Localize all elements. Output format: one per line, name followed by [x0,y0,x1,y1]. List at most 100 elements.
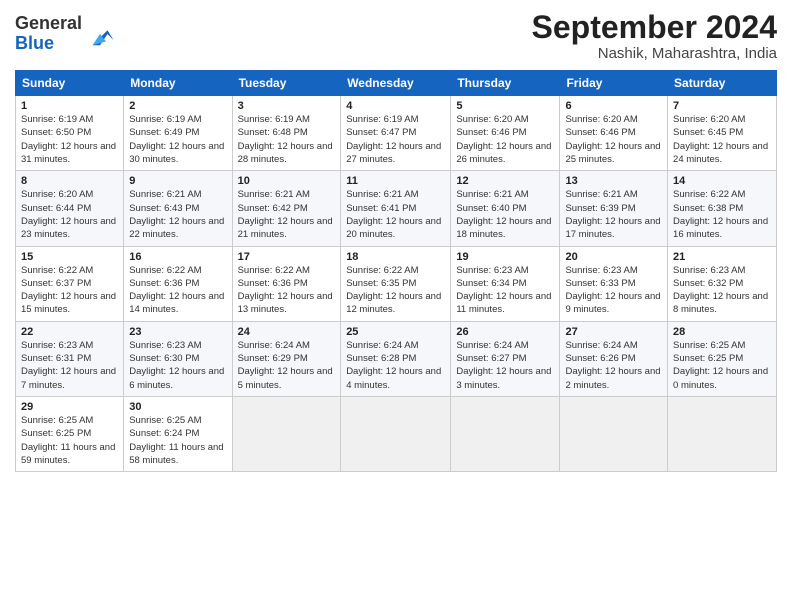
day-number: 10 [238,175,336,187]
day-info: Sunrise: 6:21 AM Sunset: 6:43 PM Dayligh… [129,188,226,241]
day-info: Sunrise: 6:23 AM Sunset: 6:34 PM Dayligh… [456,264,554,317]
day-info: Sunrise: 6:24 AM Sunset: 6:27 PM Dayligh… [456,339,554,392]
weekday-header-thursday: Thursday [451,71,560,96]
day-number: 6 [565,100,662,112]
calendar-day-18: 18Sunrise: 6:22 AM Sunset: 6:35 PM Dayli… [341,246,451,321]
calendar-day-9: 9Sunrise: 6:21 AM Sunset: 6:43 PM Daylig… [124,171,232,246]
calendar-day-23: 23Sunrise: 6:23 AM Sunset: 6:30 PM Dayli… [124,321,232,396]
day-number: 3 [238,100,336,112]
calendar-day-8: 8Sunrise: 6:20 AM Sunset: 6:44 PM Daylig… [16,171,124,246]
day-info: Sunrise: 6:19 AM Sunset: 6:50 PM Dayligh… [21,113,118,166]
calendar-table: SundayMondayTuesdayWednesdayThursdayFrid… [15,70,777,472]
day-number: 11 [346,175,445,187]
calendar-day-30: 30Sunrise: 6:25 AM Sunset: 6:24 PM Dayli… [124,396,232,471]
day-info: Sunrise: 6:21 AM Sunset: 6:42 PM Dayligh… [238,188,336,241]
calendar-day-7: 7Sunrise: 6:20 AM Sunset: 6:45 PM Daylig… [668,96,777,171]
weekday-header-tuesday: Tuesday [232,71,341,96]
day-info: Sunrise: 6:23 AM Sunset: 6:30 PM Dayligh… [129,339,226,392]
calendar-day-10: 10Sunrise: 6:21 AM Sunset: 6:42 PM Dayli… [232,171,341,246]
calendar-day-13: 13Sunrise: 6:21 AM Sunset: 6:39 PM Dayli… [560,171,668,246]
calendar-day-6: 6Sunrise: 6:20 AM Sunset: 6:46 PM Daylig… [560,96,668,171]
calendar-day-16: 16Sunrise: 6:22 AM Sunset: 6:36 PM Dayli… [124,246,232,321]
weekday-header-sunday: Sunday [16,71,124,96]
weekday-header-friday: Friday [560,71,668,96]
day-number: 24 [238,326,336,338]
calendar-day-19: 19Sunrise: 6:23 AM Sunset: 6:34 PM Dayli… [451,246,560,321]
day-info: Sunrise: 6:22 AM Sunset: 6:35 PM Dayligh… [346,264,445,317]
day-info: Sunrise: 6:21 AM Sunset: 6:40 PM Dayligh… [456,188,554,241]
month-title: September 2024 [532,10,777,45]
calendar-week-2: 8Sunrise: 6:20 AM Sunset: 6:44 PM Daylig… [16,171,777,246]
day-number: 4 [346,100,445,112]
weekday-header-wednesday: Wednesday [341,71,451,96]
calendar-week-5: 29Sunrise: 6:25 AM Sunset: 6:25 PM Dayli… [16,396,777,471]
day-info: Sunrise: 6:24 AM Sunset: 6:26 PM Dayligh… [565,339,662,392]
day-info: Sunrise: 6:20 AM Sunset: 6:46 PM Dayligh… [565,113,662,166]
day-number: 12 [456,175,554,187]
day-info: Sunrise: 6:23 AM Sunset: 6:32 PM Dayligh… [673,264,771,317]
day-info: Sunrise: 6:24 AM Sunset: 6:29 PM Dayligh… [238,339,336,392]
logo: General Blue [15,14,115,54]
day-number: 29 [21,401,118,413]
day-info: Sunrise: 6:25 AM Sunset: 6:25 PM Dayligh… [673,339,771,392]
calendar-day-26: 26Sunrise: 6:24 AM Sunset: 6:27 PM Dayli… [451,321,560,396]
day-number: 19 [456,251,554,263]
day-number: 1 [21,100,118,112]
logo-general: General [15,13,82,33]
weekday-header-saturday: Saturday [668,71,777,96]
empty-cell [668,396,777,471]
calendar-day-2: 2Sunrise: 6:19 AM Sunset: 6:49 PM Daylig… [124,96,232,171]
day-number: 16 [129,251,226,263]
location: Nashik, Maharashtra, India [532,45,777,62]
calendar-week-4: 22Sunrise: 6:23 AM Sunset: 6:31 PM Dayli… [16,321,777,396]
day-info: Sunrise: 6:19 AM Sunset: 6:48 PM Dayligh… [238,113,336,166]
calendar-day-4: 4Sunrise: 6:19 AM Sunset: 6:47 PM Daylig… [341,96,451,171]
calendar-day-25: 25Sunrise: 6:24 AM Sunset: 6:28 PM Dayli… [341,321,451,396]
day-info: Sunrise: 6:23 AM Sunset: 6:33 PM Dayligh… [565,264,662,317]
day-number: 9 [129,175,226,187]
calendar-day-5: 5Sunrise: 6:20 AM Sunset: 6:46 PM Daylig… [451,96,560,171]
day-number: 26 [456,326,554,338]
day-number: 28 [673,326,771,338]
day-info: Sunrise: 6:21 AM Sunset: 6:39 PM Dayligh… [565,188,662,241]
day-info: Sunrise: 6:25 AM Sunset: 6:24 PM Dayligh… [129,414,226,467]
calendar-day-24: 24Sunrise: 6:24 AM Sunset: 6:29 PM Dayli… [232,321,341,396]
day-info: Sunrise: 6:22 AM Sunset: 6:36 PM Dayligh… [129,264,226,317]
empty-cell [560,396,668,471]
day-info: Sunrise: 6:22 AM Sunset: 6:37 PM Dayligh… [21,264,118,317]
weekday-header-monday: Monday [124,71,232,96]
day-number: 21 [673,251,771,263]
day-number: 2 [129,100,226,112]
day-info: Sunrise: 6:19 AM Sunset: 6:49 PM Dayligh… [129,113,226,166]
day-info: Sunrise: 6:21 AM Sunset: 6:41 PM Dayligh… [346,188,445,241]
day-number: 15 [21,251,118,263]
title-block: September 2024 Nashik, Maharashtra, Indi… [532,10,777,62]
day-number: 13 [565,175,662,187]
day-info: Sunrise: 6:25 AM Sunset: 6:25 PM Dayligh… [21,414,118,467]
day-info: Sunrise: 6:20 AM Sunset: 6:44 PM Dayligh… [21,188,118,241]
day-info: Sunrise: 6:22 AM Sunset: 6:38 PM Dayligh… [673,188,771,241]
calendar-week-1: 1Sunrise: 6:19 AM Sunset: 6:50 PM Daylig… [16,96,777,171]
day-number: 20 [565,251,662,263]
day-info: Sunrise: 6:24 AM Sunset: 6:28 PM Dayligh… [346,339,445,392]
day-number: 17 [238,251,336,263]
calendar-day-20: 20Sunrise: 6:23 AM Sunset: 6:33 PM Dayli… [560,246,668,321]
calendar-week-3: 15Sunrise: 6:22 AM Sunset: 6:37 PM Dayli… [16,246,777,321]
day-number: 8 [21,175,118,187]
calendar-day-29: 29Sunrise: 6:25 AM Sunset: 6:25 PM Dayli… [16,396,124,471]
day-info: Sunrise: 6:19 AM Sunset: 6:47 PM Dayligh… [346,113,445,166]
day-info: Sunrise: 6:23 AM Sunset: 6:31 PM Dayligh… [21,339,118,392]
calendar-day-27: 27Sunrise: 6:24 AM Sunset: 6:26 PM Dayli… [560,321,668,396]
day-number: 27 [565,326,662,338]
calendar-day-1: 1Sunrise: 6:19 AM Sunset: 6:50 PM Daylig… [16,96,124,171]
day-number: 23 [129,326,226,338]
day-info: Sunrise: 6:20 AM Sunset: 6:45 PM Dayligh… [673,113,771,166]
day-number: 14 [673,175,771,187]
logo-blue: Blue [15,33,54,53]
day-number: 5 [456,100,554,112]
page-container: General Blue September 2024 Nashik, Maha… [0,0,792,482]
calendar-day-11: 11Sunrise: 6:21 AM Sunset: 6:41 PM Dayli… [341,171,451,246]
calendar-day-14: 14Sunrise: 6:22 AM Sunset: 6:38 PM Dayli… [668,171,777,246]
calendar-day-21: 21Sunrise: 6:23 AM Sunset: 6:32 PM Dayli… [668,246,777,321]
day-number: 25 [346,326,445,338]
